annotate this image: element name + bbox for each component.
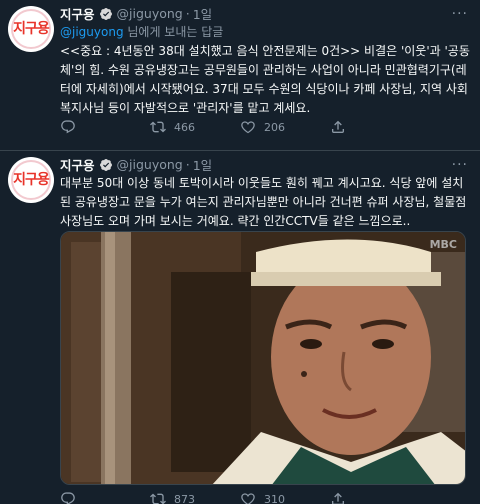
reply-icon <box>61 492 75 504</box>
reply-mention[interactable]: @jiguyong <box>60 25 124 39</box>
reply-context: @jiguyong 님에게 보내는 답글 <box>60 23 223 40</box>
reply-icon <box>61 120 75 134</box>
tweet-text: 대부분 50대 이상 동네 토박이시라 이웃들도 훤히 꿰고 계시고요. 식당 … <box>60 176 467 228</box>
retweet-icon <box>150 493 166 504</box>
separator: · <box>185 157 190 172</box>
reply-button[interactable] <box>60 491 150 504</box>
timestamp[interactable]: 1일 <box>193 4 212 23</box>
avatar-logo-text: 지구용 <box>13 172 50 188</box>
share-button[interactable] <box>330 491 420 504</box>
share-icon <box>332 492 344 504</box>
separator: · <box>185 6 190 21</box>
handle[interactable]: @jiguyong <box>117 157 183 172</box>
share-button[interactable] <box>330 119 420 135</box>
avatar[interactable]: 지구용 <box>8 157 54 203</box>
verified-badge-icon <box>99 158 112 171</box>
retweet-icon <box>150 121 166 133</box>
like-button[interactable]: 206 <box>240 119 330 135</box>
tweet-text: <<중요 : 4년동안 38대 설치했고 음식 안전문제는 0건>> 비결은 '… <box>60 44 470 115</box>
like-count: 206 <box>264 120 285 134</box>
more-options-icon[interactable]: ··· <box>452 6 468 22</box>
tweet-header: 지구용 @jiguyong · 1일 <box>60 155 212 174</box>
like-button[interactable]: 310 <box>240 491 330 504</box>
retweet-button[interactable]: 466 <box>150 119 240 135</box>
timestamp[interactable]: 1일 <box>193 155 212 174</box>
handle[interactable]: @jiguyong <box>117 6 183 21</box>
tweet-actions: 873 310 <box>60 491 420 504</box>
avatar[interactable]: 지구용 <box>8 6 54 52</box>
heart-icon <box>241 121 255 134</box>
reply-button[interactable] <box>60 119 150 135</box>
media-illustration <box>61 232 465 484</box>
heart-icon <box>241 493 255 504</box>
tweet-actions: 466 206 <box>60 119 420 135</box>
retweet-count: 873 <box>174 492 195 504</box>
avatar-logo-text: 지구용 <box>13 21 50 37</box>
more-options-icon[interactable]: ··· <box>452 157 468 173</box>
display-name[interactable]: 지구용 <box>60 4 95 23</box>
tweet-media-image[interactable]: MBC <box>60 231 466 485</box>
retweet-count: 466 <box>174 120 195 134</box>
verified-badge-icon <box>99 7 112 20</box>
reply-suffix: 님에게 보내는 답글 <box>123 25 224 39</box>
tweet-header: 지구용 @jiguyong · 1일 <box>60 4 212 23</box>
retweet-button[interactable]: 873 <box>150 491 240 504</box>
media-watermark: MBC <box>429 238 457 251</box>
like-count: 310 <box>264 492 285 504</box>
tweet-1[interactable]: 지구용 지구용 @jiguyong · 1일 ··· @jiguyong 님에게… <box>0 0 480 150</box>
display-name[interactable]: 지구용 <box>60 155 95 174</box>
tweet-2[interactable]: 지구용 지구용 @jiguyong · 1일 ··· 대부분 50대 이상 동네… <box>0 150 480 504</box>
share-icon <box>332 120 344 133</box>
